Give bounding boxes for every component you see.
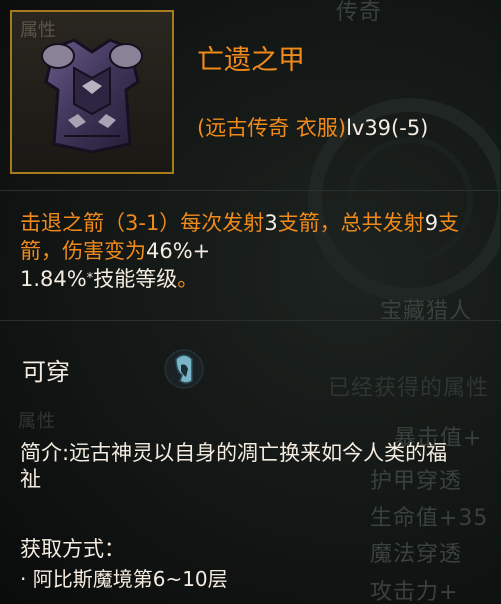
wearable-label: 可穿 <box>22 358 70 386</box>
skill-text-1: 击退之箭（3-1）每次发射 <box>20 211 265 235</box>
dark-armor-chestplate-icon <box>41 38 143 154</box>
bg-attr-label: 属性 <box>18 411 56 432</box>
bg-stat-magic-pen: 魔法穿透 <box>370 542 463 567</box>
item-type: (远古传奇 衣服) <box>197 116 347 140</box>
skill-text-2: 支箭，总共发射 <box>277 211 425 235</box>
item-level: lv39(-5) <box>346 116 429 140</box>
obtain-source: · 阿比斯魔境第6~10层 <box>20 567 228 591</box>
skill-num-scale: 1.84% <box>20 267 87 291</box>
skill-num-total: 9 <box>424 211 439 235</box>
item-slot[interactable]: 属性 <box>10 10 174 174</box>
bg-legend-label: 传奇 <box>336 0 383 25</box>
item-type-line: (远古传奇 衣服)lv39(-5) <box>197 112 428 142</box>
divider <box>0 320 501 321</box>
obtain-title: 获取方式： <box>20 537 125 561</box>
skill-text-end: 。 <box>177 267 199 291</box>
skill-num-damage: 46%+ <box>146 239 211 263</box>
skill-num-arrows: 3 <box>264 211 278 235</box>
skill-effect-text: 击退之箭（3-1）每次发射3支箭，总共发射9支箭，伤害变为46%+ 1.84%*技… <box>20 209 490 293</box>
item-name: 亡遗之甲 <box>197 45 305 76</box>
bg-stat-attack: 攻击力+ <box>370 580 459 604</box>
item-tooltip: 传奇 宝藏猎人 已经获得的属性 属性 暴击值+ 护甲穿透 生命值+35 魔法穿透… <box>0 0 501 604</box>
bg-stat-hp: 生命值+35 <box>370 506 489 531</box>
hood-icon <box>164 349 204 389</box>
divider <box>0 190 501 191</box>
skill-text-level: 技能等级 <box>93 267 178 291</box>
item-description: 简介:远古神灵以自身的凋亡换来如今人类的福祉 <box>20 441 448 491</box>
bg-acquired-label: 已经获得的属性 <box>328 376 490 401</box>
